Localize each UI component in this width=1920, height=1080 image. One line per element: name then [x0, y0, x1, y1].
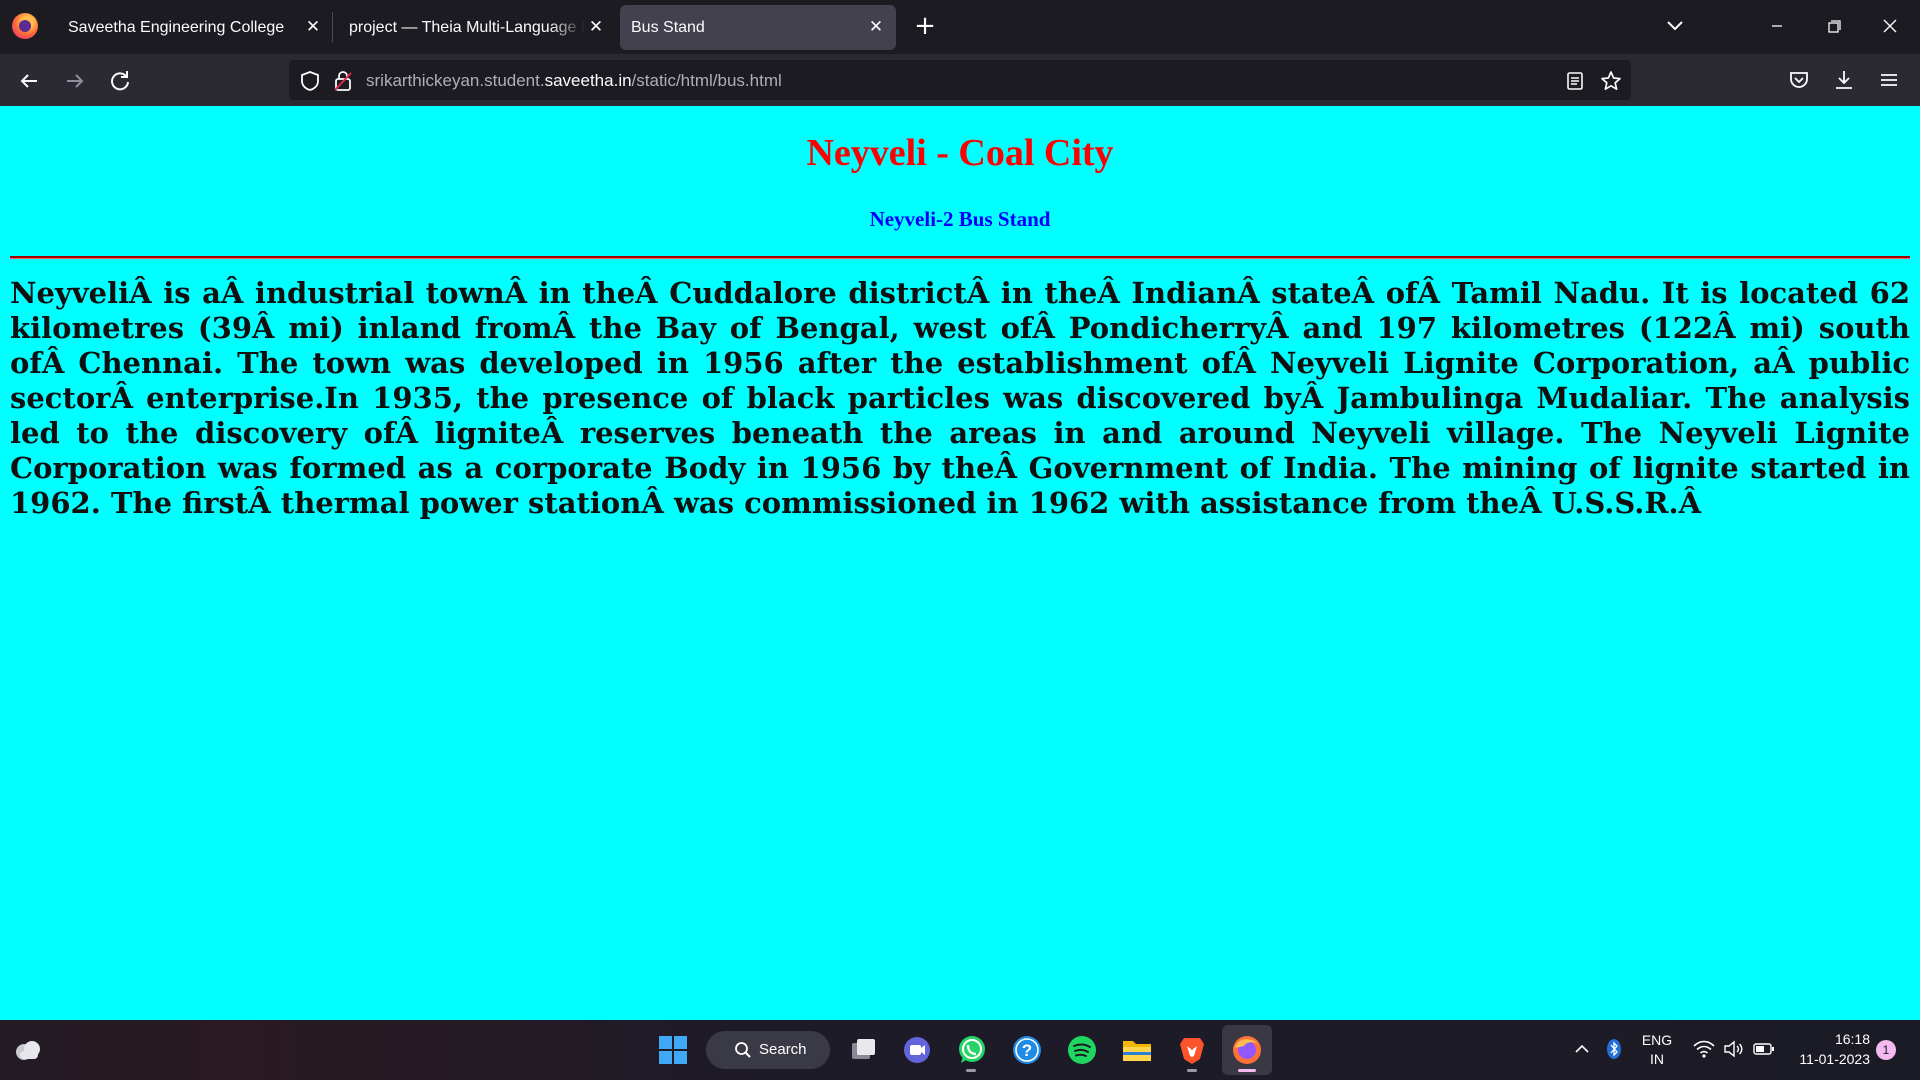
- clock-time: 16:18: [1834, 1031, 1870, 1047]
- url-prefix: srikarthickeyan.student.: [366, 71, 545, 90]
- tab-bus-stand[interactable]: Bus Stand ✕: [620, 5, 896, 50]
- close-tab-icon[interactable]: ✕: [585, 15, 607, 39]
- url-text[interactable]: srikarthickeyan.student.saveetha.in/stat…: [366, 71, 782, 91]
- task-view-icon[interactable]: [845, 1032, 881, 1068]
- insecure-lock-icon[interactable]: [333, 70, 353, 92]
- tab-saveetha[interactable]: Saveetha Engineering College ✕: [54, 5, 330, 50]
- weather-cloud-icon[interactable]: [12, 1035, 44, 1065]
- windows-start-icon[interactable]: [658, 1035, 688, 1065]
- address-bar[interactable]: srikarthickeyan.student.saveetha.in/stat…: [289, 60, 1631, 100]
- file-explorer-icon[interactable]: [1119, 1032, 1155, 1068]
- bookmark-star-icon[interactable]: [1599, 69, 1623, 93]
- url-path: /static/html/bus.html: [631, 71, 782, 90]
- new-tab-button[interactable]: +: [912, 11, 938, 41]
- show-hidden-icons-chevron-icon[interactable]: [1572, 1038, 1592, 1060]
- app-active-indicator: [1238, 1069, 1256, 1072]
- firefox-logo-icon[interactable]: [12, 13, 38, 39]
- language-code: ENG: [1641, 1032, 1673, 1048]
- page-title: Neyveli - Coal City: [806, 132, 1114, 174]
- body-paragraph: NeyveliÂ is aÂ industrial townÂ in theÂ …: [10, 276, 1910, 520]
- bluetooth-icon[interactable]: [1606, 1038, 1622, 1060]
- search-label: Search: [759, 1041, 807, 1058]
- pocket-icon[interactable]: [1786, 67, 1812, 93]
- teams-chat-icon[interactable]: [899, 1032, 935, 1068]
- forward-arrow-icon[interactable]: [60, 66, 90, 96]
- close-tab-icon[interactable]: ✕: [865, 15, 887, 39]
- input-language-indicator[interactable]: ENG IN: [1636, 1031, 1678, 1069]
- tab-label: Saveetha Engineering College: [68, 19, 285, 36]
- app-running-indicator: [1187, 1069, 1197, 1072]
- help-icon[interactable]: ?: [1009, 1032, 1045, 1068]
- close-tab-icon[interactable]: ✕: [302, 15, 324, 39]
- list-all-tabs-icon[interactable]: [1664, 14, 1686, 36]
- brave-icon[interactable]: [1174, 1032, 1210, 1068]
- region-code: IN: [1650, 1051, 1664, 1067]
- tracking-protection-shield-icon[interactable]: [299, 70, 321, 92]
- firefox-icon[interactable]: [1229, 1032, 1265, 1068]
- battery-icon[interactable]: [1752, 1039, 1776, 1059]
- tab-label: project — Theia Multi-Language Ex: [349, 19, 585, 36]
- tab-theia-project[interactable]: project — Theia Multi-Language Ex ✕: [335, 5, 610, 50]
- tab-strip: Saveetha Engineering College ✕ project —…: [0, 0, 1920, 54]
- page-subtitle: Neyveli-2 Bus Stand: [869, 207, 1051, 231]
- web-page-content: Neyveli - Coal City Neyveli-2 Bus Stand …: [0, 106, 1920, 1020]
- downloads-icon[interactable]: [1831, 67, 1857, 93]
- hamburger-menu-icon[interactable]: [1876, 67, 1902, 93]
- windows-taskbar: Search ? ENG IN 16:18 11-01-2023 1: [0, 1020, 1920, 1080]
- minimize-icon[interactable]: [1757, 8, 1797, 44]
- app-running-indicator: [966, 1069, 976, 1072]
- reader-view-icon[interactable]: [1565, 70, 1585, 92]
- search-icon: [735, 1042, 751, 1058]
- horizontal-rule: [10, 256, 1910, 259]
- volume-icon[interactable]: [1722, 1038, 1744, 1060]
- svg-text:?: ?: [1022, 1041, 1032, 1060]
- tab-separator: [332, 12, 333, 42]
- notification-count-badge[interactable]: 1: [1876, 1040, 1896, 1060]
- back-arrow-icon[interactable]: [14, 66, 44, 96]
- reload-icon[interactable]: [105, 66, 135, 96]
- wifi-icon[interactable]: [1692, 1038, 1716, 1060]
- tab-label: Bus Stand: [631, 19, 705, 36]
- spotify-icon[interactable]: [1064, 1032, 1100, 1068]
- system-clock[interactable]: 16:18 11-01-2023: [1786, 1029, 1870, 1069]
- whatsapp-icon[interactable]: [954, 1032, 990, 1068]
- taskbar-search-button[interactable]: Search: [706, 1031, 830, 1069]
- close-window-icon[interactable]: [1870, 8, 1910, 44]
- url-domain: saveetha.in: [544, 71, 632, 90]
- clock-date: 11-01-2023: [1799, 1051, 1870, 1067]
- restore-icon[interactable]: [1814, 8, 1854, 44]
